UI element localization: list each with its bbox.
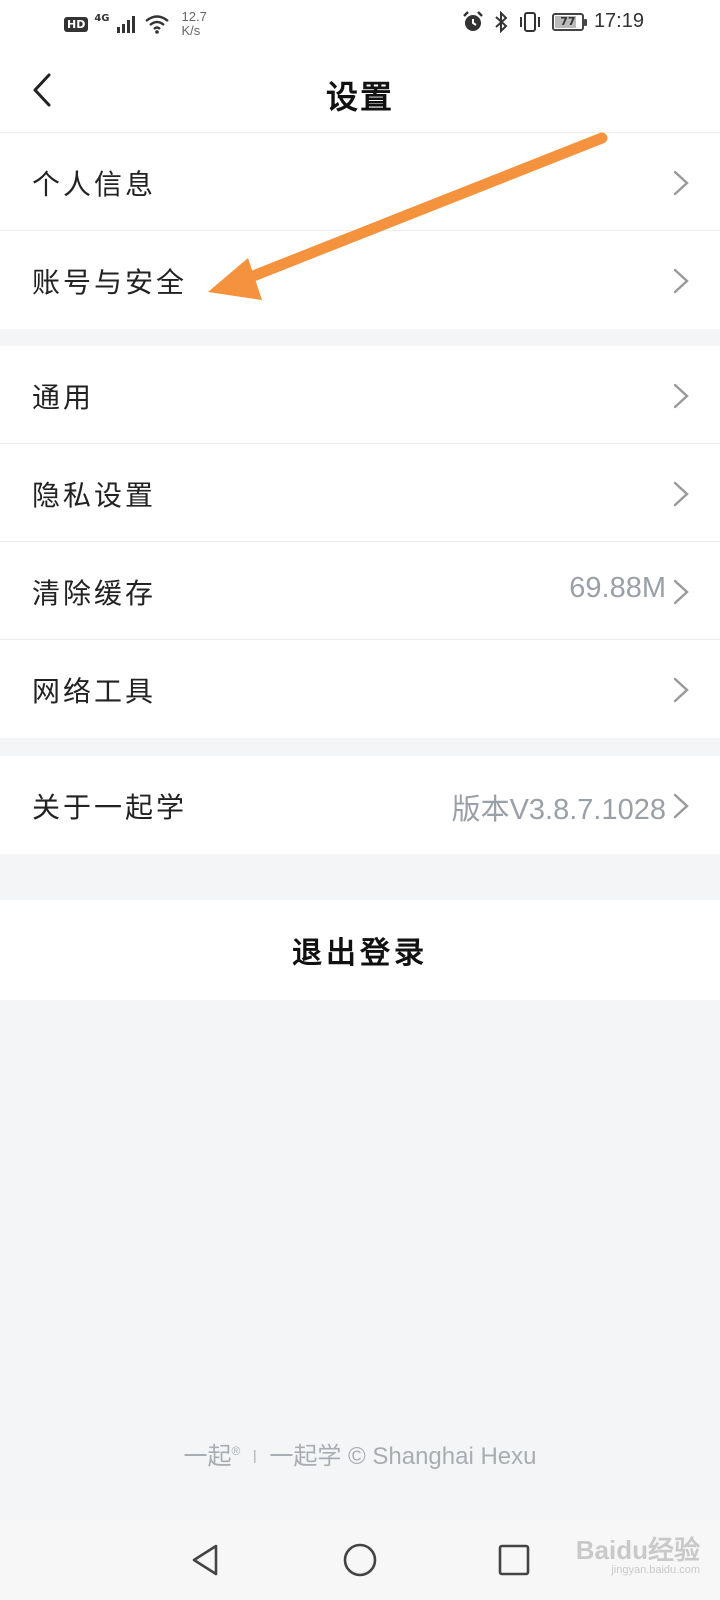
alarm-icon: [463, 10, 483, 31]
settings-item-privacy[interactable]: 隐私设置: [0, 444, 720, 542]
footer-text: 一起学 © Shanghai Hexu: [269, 1443, 537, 1470]
nav-bar: 设置: [0, 50, 720, 133]
settings-item-personal-info[interactable]: 个人信息: [0, 133, 720, 231]
settings-item-network-tools[interactable]: 网络工具: [0, 640, 720, 738]
page-title: 设置: [325, 78, 394, 116]
settings-group-about: 关于一起学 版本V3.8.7.1028: [0, 756, 720, 854]
chevron-right-icon: [673, 170, 689, 196]
watermark-main: Baidu经验: [575, 1535, 700, 1565]
bluetooth-icon: [495, 10, 508, 33]
nav-back-triangle-icon[interactable]: [186, 1540, 226, 1580]
baidu-watermark: Baidu经验 jingyan.baidu.com: [550, 1536, 700, 1576]
vibrate-icon: [519, 11, 540, 32]
settings-item-clear-cache[interactable]: 清除缓存 69.88M: [0, 542, 720, 640]
settings-item-about[interactable]: 关于一起学 版本V3.8.7.1028: [0, 756, 720, 854]
footer-separator: |: [253, 1447, 257, 1463]
settings-item-label: 清除缓存: [32, 577, 157, 610]
footer-copyright: 一起® | 一起学 © Shanghai Hexu: [0, 1436, 720, 1471]
settings-item-label: 网络工具: [32, 675, 157, 708]
settings-item-label: 关于一起学: [32, 791, 188, 824]
system-nav-bar: Baidu经验 jingyan.baidu.com: [0, 1520, 720, 1600]
signal-icon: [116, 16, 135, 33]
watermark-sub: jingyan.baidu.com: [611, 1564, 700, 1576]
chevron-right-icon: [673, 579, 689, 605]
status-right: 77 17:19: [462, 10, 644, 33]
wifi-icon: [144, 15, 169, 34]
battery-level: 77: [560, 15, 576, 28]
nav-recents-square-icon[interactable]: [494, 1540, 534, 1580]
chevron-right-icon: [673, 383, 689, 409]
nav-home-circle-icon[interactable]: [340, 1540, 380, 1580]
chevron-right-icon: [673, 268, 689, 294]
network-speed: 12.7 K/s: [182, 10, 207, 38]
registered-mark: ®: [231, 1444, 241, 1458]
settings-item-label: 通用: [32, 381, 95, 414]
hd-badge: HD: [64, 16, 89, 32]
logout-label: 退出登录: [292, 936, 428, 971]
chevron-right-icon: [673, 481, 689, 507]
cache-size-value: 69.88M: [569, 572, 666, 604]
footer-brand: 一起: [183, 1443, 232, 1470]
battery-icon: 77: [551, 12, 587, 31]
settings-item-general[interactable]: 通用: [0, 346, 720, 444]
settings-group-account: 个人信息 账号与安全: [0, 133, 720, 329]
status-bar: HD 4G 12.7 K/s 77 17:19: [0, 0, 720, 50]
settings-item-label: 隐私设置: [32, 479, 157, 512]
speed-unit: K/s: [181, 23, 201, 38]
chevron-right-icon: [673, 677, 689, 703]
speed-value: 12.7: [181, 9, 207, 24]
settings-item-account-security[interactable]: 账号与安全: [0, 231, 720, 329]
network-type: 4G: [94, 12, 110, 24]
logout-button[interactable]: 退出登录: [0, 900, 720, 1000]
settings-item-label: 账号与安全: [32, 266, 188, 299]
clock: 17:19: [593, 10, 644, 32]
settings-item-label: 个人信息: [32, 168, 157, 201]
version-value: 版本V3.8.7.1028: [451, 794, 666, 826]
settings-group-general: 通用 隐私设置 清除缓存 69.88M 网络工具: [0, 346, 720, 738]
status-left: HD 4G 12.7 K/s: [64, 10, 207, 38]
chevron-right-icon: [673, 793, 689, 819]
